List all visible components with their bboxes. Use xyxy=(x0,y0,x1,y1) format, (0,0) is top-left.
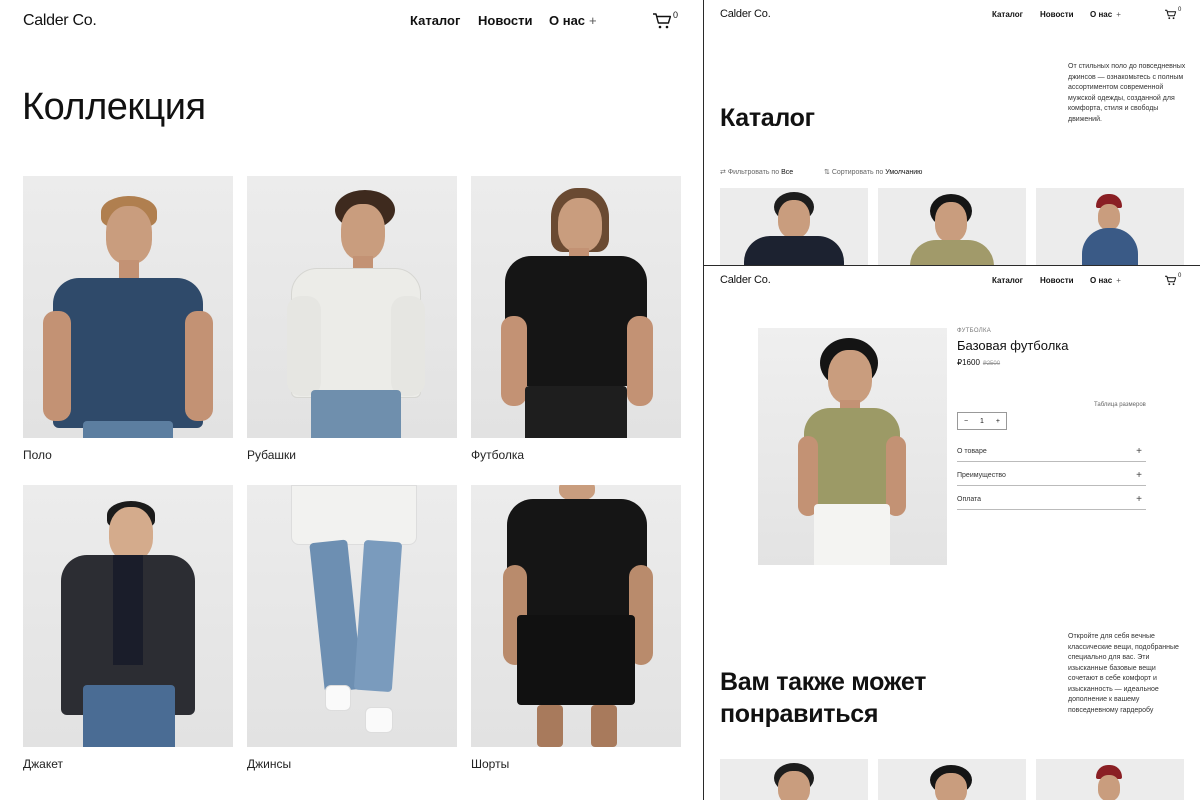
sort-value: Умолчанию xyxy=(885,169,923,176)
decrement-button[interactable]: − xyxy=(964,418,968,425)
product-image xyxy=(471,485,681,747)
accordion-label: О товаре xyxy=(957,448,987,455)
card-label: Рубашки xyxy=(247,448,296,462)
filter-value: Все xyxy=(781,169,794,176)
product-image xyxy=(247,485,457,747)
increment-button[interactable]: + xyxy=(996,418,1000,425)
accordion-label: Оплата xyxy=(957,496,982,503)
filter-icon: ⇄ xyxy=(720,169,726,176)
sort-icon: ⇅ xyxy=(824,169,830,176)
nav-about-label: О нас xyxy=(1090,10,1113,19)
product-main-image xyxy=(758,328,947,565)
recommend-description: Откройте для себя вечные классические ве… xyxy=(1068,633,1179,714)
nav-about[interactable]: О нас + xyxy=(549,13,597,28)
catalog-product-thumb[interactable] xyxy=(878,188,1026,265)
cart-icon[interactable] xyxy=(1164,9,1177,20)
filter-label: Фильтровать по xyxy=(727,169,780,176)
catalog-product-thumb[interactable] xyxy=(1036,188,1184,265)
brand-logo[interactable]: Calder Co. xyxy=(23,12,97,30)
size-table-link[interactable]: Таблица размеров xyxy=(1094,402,1146,408)
cart-count: 0 xyxy=(1178,7,1182,13)
nav-news[interactable]: Новости xyxy=(1040,10,1074,19)
product-title: Базовая футболка xyxy=(957,338,1069,353)
recommend-title-line1: Вам также может xyxy=(720,668,927,696)
product-page: Calder Co. Каталог Новости О нас + 0 ФУТБ… xyxy=(704,266,1200,800)
cart-count: 0 xyxy=(1178,273,1182,279)
brand-logo[interactable]: Calder Co. xyxy=(720,274,771,286)
catalog-page: Calder Co. Каталог Новости О нас + 0 От с… xyxy=(704,0,1200,265)
collection-card-shirts[interactable]: Рубашки xyxy=(247,176,457,462)
card-label: Джакет xyxy=(23,757,63,771)
nav-catalog[interactable]: Каталог xyxy=(410,13,460,28)
plus-icon: + xyxy=(1136,446,1142,457)
brand-logo[interactable]: Calder Co. xyxy=(720,8,771,20)
accordion-payment[interactable]: Оплата + xyxy=(957,494,1146,510)
collection-card-jeans[interactable]: Джинсы xyxy=(247,485,457,771)
plus-icon: + xyxy=(1116,10,1121,19)
nav-about-label: О нас xyxy=(549,13,586,28)
card-label: Футболка xyxy=(471,448,525,462)
plus-icon: + xyxy=(589,13,597,28)
collection-card-tshirt[interactable]: Футболка xyxy=(471,176,681,462)
recommended-product-thumb[interactable] xyxy=(720,759,868,800)
recommend-title-line2: понравиться xyxy=(720,700,879,728)
plus-icon: + xyxy=(1136,470,1142,481)
card-label: Джинсы xyxy=(247,757,292,771)
recommended-product-thumb[interactable] xyxy=(1036,759,1184,800)
catalog-product-thumb[interactable] xyxy=(720,188,868,265)
nav-about[interactable]: О нас + xyxy=(1090,276,1121,285)
product-category: ФУТБОЛКА xyxy=(957,328,992,334)
collection-card-polo[interactable]: Поло xyxy=(23,176,233,462)
product-image xyxy=(247,176,457,438)
collection-card-shorts[interactable]: Шорты xyxy=(471,485,681,771)
accordion-benefits[interactable]: Преимущество + xyxy=(957,470,1146,486)
cart-count: 0 xyxy=(673,10,679,20)
quantity-stepper[interactable]: − 1 + xyxy=(957,412,1007,430)
quantity-value: 1 xyxy=(980,417,984,425)
plus-icon: + xyxy=(1136,494,1142,505)
card-label: Шорты xyxy=(471,757,510,771)
accordion-label: Преимущество xyxy=(957,472,1006,479)
old-price: ₽2500 xyxy=(982,361,1001,367)
catalog-description: От стильных поло до повседневных джинсов… xyxy=(1068,63,1186,123)
plus-icon: + xyxy=(1116,276,1121,285)
cart-icon[interactable] xyxy=(652,12,672,30)
filter-control[interactable]: ⇄ Фильтровать по Все xyxy=(720,168,793,176)
collection-card-jacket[interactable]: Джакет xyxy=(23,485,233,771)
product-image xyxy=(23,485,233,747)
nav-news[interactable]: Новости xyxy=(478,13,533,28)
page-title: Каталог xyxy=(720,104,815,132)
sort-control[interactable]: ⇅ Сортировать по Умолчанию xyxy=(824,168,922,176)
recommend-title: Вам также может понравиться xyxy=(720,666,926,730)
nav-about[interactable]: О нас + xyxy=(1090,10,1121,19)
current-price: ₽1600 xyxy=(957,358,980,367)
product-image xyxy=(471,176,681,438)
card-label: Поло xyxy=(23,448,52,462)
sort-label: Сортировать по xyxy=(831,169,884,176)
collection-page: Calder Co. Каталог Новости О нас + 0 Колл… xyxy=(0,0,703,800)
page-title: Коллекция xyxy=(22,86,206,128)
cart-icon[interactable] xyxy=(1164,275,1177,286)
accordion-about[interactable]: О товаре + xyxy=(957,446,1146,462)
nav-catalog[interactable]: Каталог xyxy=(992,10,1023,19)
nav-news[interactable]: Новости xyxy=(1040,276,1074,285)
recommended-product-thumb[interactable] xyxy=(878,759,1026,800)
nav-about-label: О нас xyxy=(1090,276,1113,285)
product-image xyxy=(23,176,233,438)
product-price: ₽1600 ₽2500 xyxy=(957,358,1000,367)
nav-catalog[interactable]: Каталог xyxy=(992,276,1023,285)
